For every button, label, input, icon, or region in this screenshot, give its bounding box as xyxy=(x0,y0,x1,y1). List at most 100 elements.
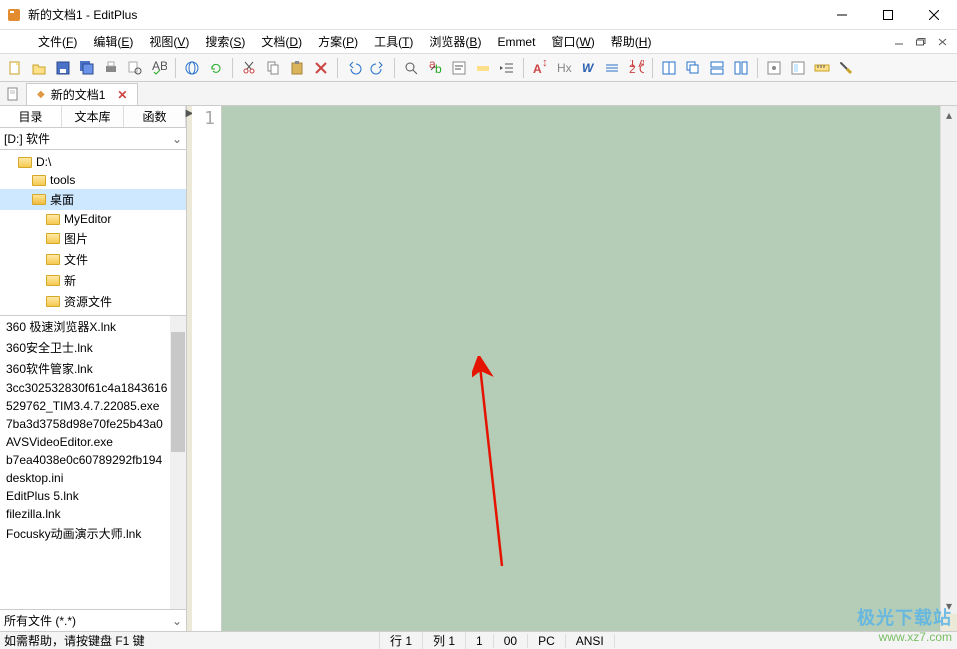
save-button[interactable] xyxy=(52,57,74,79)
folder-icon xyxy=(46,296,60,307)
find-button[interactable] xyxy=(400,57,422,79)
status-col: 列 1 xyxy=(423,632,466,649)
hex-button[interactable]: Hx xyxy=(553,57,575,79)
window-split-button[interactable] xyxy=(658,57,680,79)
file-item[interactable]: 529762_TIM3.4.7.22085.exe xyxy=(0,397,186,415)
folder-icon xyxy=(32,194,46,205)
menu-帮助[interactable]: 帮助(H) xyxy=(603,30,660,53)
tools-button[interactable] xyxy=(763,57,785,79)
spell-check-button[interactable]: ABC xyxy=(148,57,170,79)
status-line: 行 1 xyxy=(380,632,423,649)
window-tile-v-button[interactable] xyxy=(730,57,752,79)
tab-close-icon[interactable]: ✕ xyxy=(117,88,127,102)
mdi-close-button[interactable] xyxy=(933,34,953,50)
file-list-scrollbar[interactable] xyxy=(170,316,186,609)
menu-Emmet[interactable]: Emmet xyxy=(489,32,543,52)
highlight-button[interactable] xyxy=(472,57,494,79)
folder-label: 资源文件 xyxy=(64,293,112,310)
folder-item[interactable]: 文件 xyxy=(0,249,186,270)
menu-文档[interactable]: 文档(D) xyxy=(253,30,310,53)
scrollbar-thumb[interactable] xyxy=(171,332,185,452)
text-area[interactable] xyxy=(222,106,940,631)
file-item[interactable]: desktop.ini xyxy=(0,469,186,487)
sidebar-tabs: 目录 文本库 函数 xyxy=(0,106,186,128)
file-item[interactable]: AVSVideoEditor.exe xyxy=(0,433,186,451)
reload-button[interactable] xyxy=(205,57,227,79)
folder-label: MyEditor xyxy=(64,212,111,226)
folder-item[interactable]: 图片 xyxy=(0,228,186,249)
folder-label: tools xyxy=(50,173,75,187)
menu-窗口[interactable]: 窗口(W) xyxy=(543,30,602,53)
word-wrap-button[interactable] xyxy=(448,57,470,79)
word-button[interactable]: W xyxy=(577,57,599,79)
ruler-button[interactable] xyxy=(811,57,833,79)
sidebar-tab-functions[interactable]: 函数 xyxy=(124,106,186,127)
folder-item[interactable]: D:\ xyxy=(0,153,186,171)
folder-item[interactable]: tools xyxy=(0,171,186,189)
menu-工具[interactable]: 工具(T) xyxy=(366,30,421,53)
new-file-button[interactable] xyxy=(4,57,26,79)
close-button[interactable] xyxy=(911,0,957,30)
columns-button[interactable]: 1 AB2 CD xyxy=(625,57,647,79)
file-item[interactable]: 360 极速浏览器X.lnk xyxy=(0,316,186,337)
file-item[interactable]: EditPlus 5.lnk xyxy=(0,487,186,505)
file-item[interactable]: Focusky动画演示大师.lnk xyxy=(0,523,186,544)
menu-编辑[interactable]: 编辑(E) xyxy=(85,30,141,53)
editor-vertical-scrollbar[interactable]: ▴ ▾ xyxy=(940,106,957,631)
menu-方案[interactable]: 方案(P) xyxy=(310,30,366,53)
cut-button[interactable] xyxy=(238,57,260,79)
window-cascade-button[interactable] xyxy=(682,57,704,79)
replace-button[interactable]: ab xyxy=(424,57,446,79)
scroll-down-icon[interactable]: ▾ xyxy=(941,597,957,614)
paste-button[interactable] xyxy=(286,57,308,79)
undo-button[interactable] xyxy=(343,57,365,79)
status-lines: 1 xyxy=(466,634,494,648)
folder-item[interactable]: 资源文件 xyxy=(0,291,186,312)
save-all-button[interactable] xyxy=(76,57,98,79)
drive-selector[interactable]: [D:] 软件 ⌄ xyxy=(0,128,186,150)
folder-item[interactable]: 新 xyxy=(0,270,186,291)
file-item[interactable]: 360软件管家.lnk xyxy=(0,358,186,379)
sidebar-tab-directory[interactable]: 目录 xyxy=(0,106,62,127)
file-item[interactable]: 360安全卫士.lnk xyxy=(0,337,186,358)
window-tile-h-button[interactable] xyxy=(706,57,728,79)
print-button[interactable] xyxy=(100,57,122,79)
sidebar-tab-cliptext[interactable]: 文本库 xyxy=(62,106,124,127)
scroll-up-icon[interactable]: ▴ xyxy=(941,106,957,123)
browser-button[interactable] xyxy=(181,57,203,79)
mdi-restore-button[interactable] xyxy=(911,34,931,50)
menu-搜索[interactable]: 搜索(S) xyxy=(197,30,253,53)
font-larger-button[interactable]: A↕ xyxy=(529,57,551,79)
toolbar: ABC ab A↕HxW 1 AB2 CD xyxy=(0,54,957,82)
sidebar: 目录 文本库 函数 [D:] 软件 ⌄ D:\ tools 桌面 MyEditor 图片… xyxy=(0,106,187,631)
minimize-button[interactable] xyxy=(819,0,865,30)
folder-item[interactable]: MyEditor xyxy=(0,210,186,228)
folder-item[interactable]: 桌面 xyxy=(0,189,186,210)
redo-button[interactable] xyxy=(367,57,389,79)
open-file-button[interactable] xyxy=(28,57,50,79)
file-item[interactable]: filezilla.lnk xyxy=(0,505,186,523)
copy-button[interactable] xyxy=(262,57,284,79)
settings-button[interactable] xyxy=(835,57,857,79)
mdi-minimize-button[interactable] xyxy=(889,34,909,50)
whitespace-button[interactable] xyxy=(601,57,623,79)
file-item[interactable]: 7ba3d3758d98e70fe25b43a0 xyxy=(0,415,186,433)
status-help: 如需帮助，请按键盘 F1 键 xyxy=(0,632,380,649)
window-title: 新的文档1 - EditPlus xyxy=(28,6,819,23)
document-icon xyxy=(4,85,22,103)
folder-icon xyxy=(46,275,60,286)
document-tab[interactable]: ◆ 新的文档1 ✕ xyxy=(26,83,138,105)
file-filter-selector[interactable]: 所有文件 (*.*) ⌄ xyxy=(0,609,186,631)
columns-sel-button[interactable] xyxy=(787,57,809,79)
menu-视图[interactable]: 视图(V) xyxy=(141,30,197,53)
file-item[interactable]: 3cc302532830f61c4a1843616 xyxy=(0,379,186,397)
file-item[interactable]: b7ea4038e0c60789292fb194 xyxy=(0,451,186,469)
indent-button[interactable] xyxy=(496,57,518,79)
menu-文件[interactable]: 文件(F) xyxy=(30,30,85,53)
maximize-button[interactable] xyxy=(865,0,911,30)
delete-button[interactable] xyxy=(310,57,332,79)
menu-浏览器[interactable]: 浏览器(B) xyxy=(421,30,489,53)
print-preview-button[interactable] xyxy=(124,57,146,79)
toolbar-separator xyxy=(337,58,338,78)
folder-icon xyxy=(32,175,46,186)
